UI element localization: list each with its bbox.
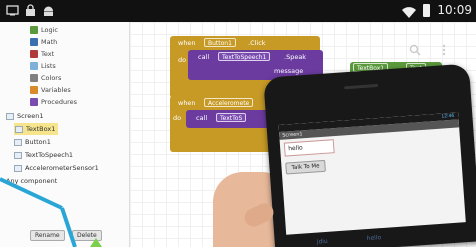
tree-item-label: TextToSpeech1 bbox=[25, 151, 74, 159]
palette-item-label: Logic bbox=[41, 26, 58, 34]
tree-item-label: Screen1 bbox=[17, 112, 44, 120]
event-name: .Click bbox=[248, 39, 266, 47]
call-method: .Speak bbox=[284, 53, 307, 61]
message-param-label: message bbox=[274, 67, 304, 75]
text-swatch-icon bbox=[30, 50, 38, 58]
phone-screen: 12:46 Screen1 hello Talk To Me bbox=[278, 112, 466, 235]
palette-item-label: Procedures bbox=[41, 98, 78, 106]
logic-swatch-icon bbox=[30, 26, 38, 34]
palette-item-math[interactable]: Math bbox=[30, 36, 57, 48]
more-options-icon[interactable] bbox=[442, 44, 446, 56]
math-swatch-icon bbox=[30, 38, 38, 46]
phone-textbox[interactable]: hello bbox=[283, 139, 335, 157]
do-keyword: do bbox=[178, 56, 187, 64]
palette-item-label: Lists bbox=[41, 62, 56, 70]
pointer-arrow-icon bbox=[0, 177, 102, 247]
phone-speaker bbox=[344, 83, 379, 90]
call-keyword: call bbox=[198, 53, 210, 61]
status-bar: 10:09 bbox=[0, 0, 476, 22]
event-component-dropdown[interactable]: Acceleromete bbox=[204, 98, 254, 107]
tree-item-screen1[interactable]: Screen1 bbox=[6, 110, 43, 122]
palette-item-variables[interactable]: Variables bbox=[30, 84, 71, 96]
procedures-swatch-icon bbox=[30, 98, 38, 106]
event-component-dropdown[interactable]: Button1 bbox=[204, 38, 236, 47]
do-keyword: do bbox=[173, 114, 182, 122]
palette-item-text[interactable]: Text bbox=[30, 48, 54, 60]
when-keyword: when bbox=[178, 39, 196, 47]
variables-swatch-icon bbox=[30, 86, 38, 94]
talk-to-me-button[interactable]: Talk To Me bbox=[285, 159, 326, 175]
battery-icon bbox=[423, 4, 430, 17]
palette-item-label: Math bbox=[41, 38, 58, 46]
phone-bottom-word: jdiu bbox=[316, 237, 328, 246]
tree-item-label: Button1 bbox=[25, 138, 51, 146]
tree-item-accelerometersensor1[interactable]: AccelerometerSensor1 bbox=[14, 162, 99, 174]
tree-item-label: AccelerometerSensor1 bbox=[25, 164, 99, 172]
tree-item-texttospeech1[interactable]: TextToSpeech1 bbox=[14, 149, 73, 161]
speech-component-icon bbox=[14, 151, 22, 159]
screen-icon bbox=[6, 4, 19, 17]
phone-bottom-word: hello bbox=[366, 234, 382, 243]
wifi-icon bbox=[402, 4, 416, 18]
palette-item-label: Variables bbox=[41, 86, 71, 94]
lists-swatch-icon bbox=[30, 62, 38, 70]
palette-item-logic[interactable]: Logic bbox=[30, 24, 58, 36]
palette-item-lists[interactable]: Lists bbox=[30, 60, 56, 72]
status-time: 10:09 bbox=[437, 3, 472, 17]
tree-item-textbox1[interactable]: TextBox1 bbox=[14, 123, 59, 135]
call-component-dropdown[interactable]: TextToSpeech1 bbox=[218, 52, 271, 61]
screen-component-icon bbox=[6, 112, 14, 120]
palette-item-procedures[interactable]: Procedures bbox=[30, 96, 77, 108]
palette-item-colors[interactable]: Colors bbox=[30, 72, 61, 84]
tree-item-label: TextBox1 bbox=[26, 125, 56, 133]
call-keyword: call bbox=[196, 114, 208, 122]
palette-item-label: Colors bbox=[41, 74, 62, 82]
sensor-component-icon bbox=[14, 164, 22, 172]
android-phone: 12:46 Screen1 hello Talk To Me jdiu hell… bbox=[263, 63, 476, 247]
palette-item-label: Text bbox=[41, 50, 55, 58]
tree-item-button1[interactable]: Button1 bbox=[14, 136, 51, 148]
search-icon[interactable] bbox=[409, 44, 421, 56]
call-component-dropdown[interactable]: TextToS bbox=[216, 113, 247, 122]
when-keyword: when bbox=[178, 99, 196, 107]
android-icon bbox=[42, 4, 55, 17]
lock-icon bbox=[24, 4, 37, 17]
textbox-component-icon bbox=[15, 125, 23, 133]
colors-swatch-icon bbox=[30, 74, 38, 82]
button-component-icon bbox=[14, 138, 22, 146]
